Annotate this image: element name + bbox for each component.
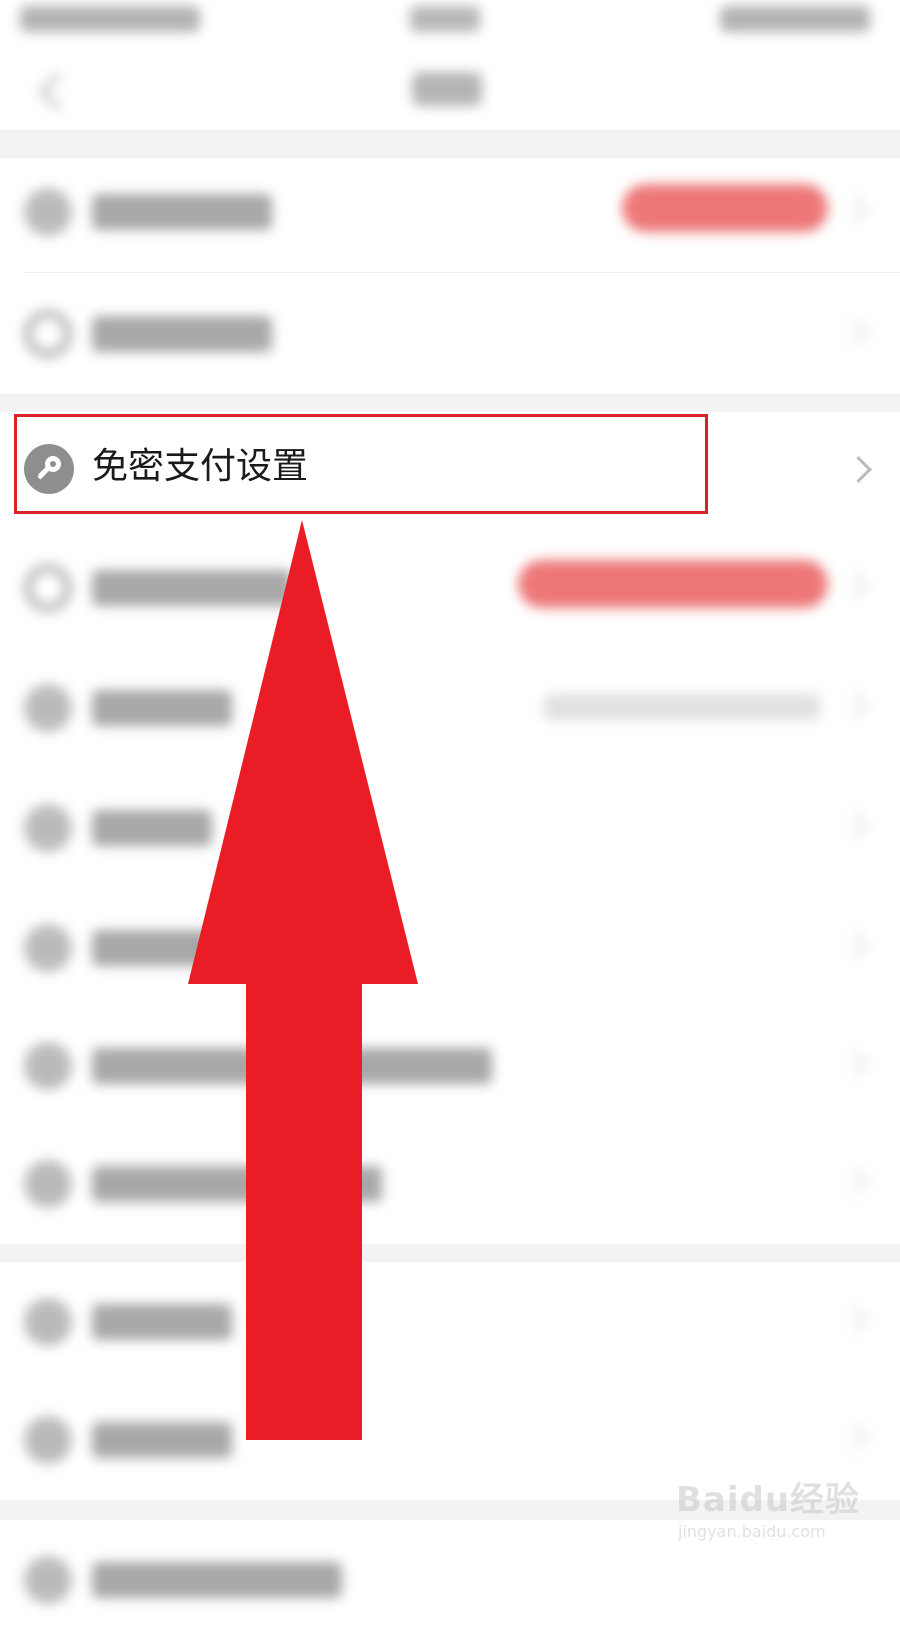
row-icon — [24, 1416, 72, 1464]
settings-row-3[interactable] — [0, 528, 900, 648]
carrier-signal — [20, 6, 200, 32]
row-value — [544, 694, 820, 720]
chevron-right-icon — [841, 1424, 868, 1451]
chevron-right-icon — [841, 1050, 868, 1077]
row-label — [92, 316, 272, 352]
red-badge — [622, 184, 828, 232]
chevron-right-icon — [841, 812, 868, 839]
chevron-right-icon — [841, 1306, 868, 1333]
chevron-right-icon — [841, 692, 868, 719]
row-icon — [24, 564, 72, 612]
settings-row-5[interactable] — [0, 768, 900, 888]
section-gap — [0, 1244, 900, 1262]
row-label — [92, 690, 232, 726]
row-label — [92, 1166, 382, 1202]
row-icon — [24, 188, 72, 236]
clock — [410, 6, 480, 32]
row-label — [92, 194, 272, 230]
section-gap — [0, 394, 900, 412]
status-bar — [0, 0, 900, 50]
page-title — [412, 72, 482, 106]
row-icon — [24, 1298, 72, 1346]
back-button[interactable] — [38, 72, 68, 112]
settings-row-8[interactable] — [0, 1124, 900, 1244]
row-label — [92, 1562, 342, 1598]
watermark-brand: Baidu经验 — [676, 1480, 861, 1520]
settings-row-6[interactable] — [0, 888, 900, 1008]
chevron-right-icon — [841, 318, 868, 345]
row-label — [92, 570, 292, 606]
red-badge — [518, 560, 828, 608]
key-icon — [24, 444, 74, 494]
row-icon — [24, 1042, 72, 1090]
row-label: 免密支付设置 — [92, 446, 309, 487]
row-icon — [24, 924, 72, 972]
battery-status — [720, 6, 870, 32]
row-label — [92, 1048, 492, 1084]
settings-row-7[interactable] — [0, 1006, 900, 1126]
watermark-url: jingyan.baidu.com — [678, 1522, 826, 1541]
chevron-right-icon — [841, 1168, 868, 1195]
settings-row-account-security[interactable] — [0, 274, 900, 394]
row-icon — [24, 1556, 72, 1604]
chevron-right-icon — [841, 572, 868, 599]
settings-row-4[interactable] — [0, 648, 900, 768]
nav-header — [0, 50, 900, 130]
settings-row-password-free-payment[interactable]: 免密支付设置 — [0, 412, 900, 522]
row-icon — [24, 684, 72, 732]
chevron-right-icon — [845, 456, 872, 483]
chevron-right-icon — [841, 932, 868, 959]
row-label — [92, 810, 212, 846]
settings-row-1[interactable] — [0, 152, 900, 272]
row-label — [92, 1422, 232, 1458]
baidu-watermark: Baidu经验 jingyan.baidu.com — [676, 1472, 876, 1552]
row-label — [92, 1304, 232, 1340]
shield-icon — [24, 310, 72, 358]
divider — [24, 272, 900, 273]
row-label — [92, 930, 212, 966]
chevron-right-icon — [841, 196, 868, 223]
settings-row-9[interactable] — [0, 1262, 900, 1382]
row-icon — [24, 1160, 72, 1208]
row-icon — [24, 804, 72, 852]
